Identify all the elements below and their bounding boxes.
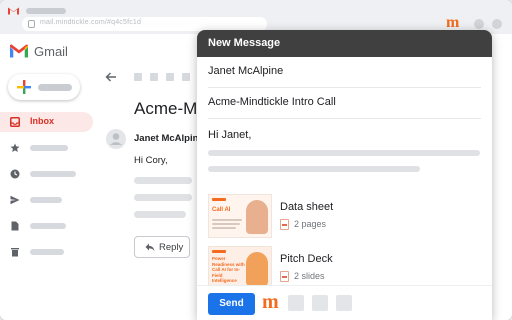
address-text: mail.mindtickle.com/#q4c5fc1d (40, 19, 142, 26)
compose-label-placeholder (38, 84, 72, 91)
email-greeting: Hi Cory, (134, 155, 168, 166)
toolbar-placeholder-icon[interactable] (134, 73, 142, 81)
sidebar-item-drafts[interactable] (0, 216, 93, 236)
back-arrow-icon[interactable] (104, 70, 118, 84)
toolbar-placeholder-icon[interactable] (182, 73, 190, 81)
sidebar-label-placeholder (30, 249, 64, 255)
attachment-thumbnail: Call AI (208, 194, 272, 238)
mindtickle-icon[interactable]: m (262, 292, 282, 313)
trash-icon (11, 248, 19, 257)
plus-icon (17, 80, 31, 94)
gmail-logo-icon (10, 44, 28, 58)
compose-footer: Send m (197, 285, 492, 320)
to-recipient: Janet McAlpine (208, 65, 284, 77)
extension-placeholder-icon[interactable] (492, 19, 502, 29)
thumbnail-brand-mark (212, 250, 226, 253)
sidebar-item-label: Inbox (30, 116, 54, 126)
tab-title-placeholder[interactable] (26, 8, 66, 14)
thumbnail-text-line (212, 223, 240, 225)
sidebar-label-placeholder (30, 197, 62, 203)
compose-button[interactable] (8, 74, 80, 100)
reply-icon (145, 243, 155, 252)
star-icon (10, 143, 20, 152)
thumbnail-heading: Power Readiness with Call AI for In-Fiel… (212, 256, 245, 283)
attachment-name: Data sheet (280, 201, 334, 213)
toolbar-placeholder-icon[interactable] (312, 295, 328, 311)
thumbnail-text-line (212, 219, 242, 221)
sender-name: Janet McAlpine (134, 133, 204, 144)
email-body-placeholder (134, 177, 192, 184)
compose-title: New Message (208, 37, 281, 49)
sidebar-item-inbox[interactable]: Inbox (0, 112, 93, 132)
send-icon (10, 195, 20, 205)
send-button[interactable]: Send (208, 293, 255, 315)
browser-window: mail.mindtickle.com/#q4c5fc1d m Gmail In… (0, 0, 512, 320)
thumbnail-text-line (212, 227, 236, 229)
gmail-favicon-icon[interactable] (8, 6, 19, 15)
subject-text: Acme-Mindtickle Intro Call (208, 96, 336, 108)
toolbar-placeholder-icon[interactable] (166, 73, 174, 81)
toolbar-placeholder-icon[interactable] (288, 295, 304, 311)
message-body-placeholder (208, 166, 420, 172)
to-field[interactable]: Janet McAlpine (208, 57, 481, 88)
sidebar-label-placeholder (30, 171, 76, 177)
thumbnail-photo (246, 252, 268, 286)
sidebar-item-starred[interactable] (0, 138, 93, 158)
toolbar-placeholder-icon[interactable] (336, 295, 352, 311)
message-greeting[interactable]: Hi Janet, (208, 129, 251, 141)
reply-label: Reply (159, 242, 184, 253)
compose-window: New Message Janet McAlpine Acme-Mindtick… (197, 30, 492, 320)
sidebar-item-sent[interactable] (0, 190, 93, 210)
app-name: Gmail (34, 44, 68, 59)
sidebar-item-trash[interactable] (0, 242, 93, 262)
attachment-data-sheet[interactable]: Call AI Data sheet 2 pages (208, 194, 478, 240)
thumbnail-heading: Call AI (212, 207, 231, 213)
sidebar-label-placeholder (30, 223, 66, 229)
file-icon (11, 221, 19, 231)
mindtickle-extension-icon[interactable]: m (446, 15, 462, 31)
email-body-placeholder (134, 211, 186, 218)
person-icon (110, 133, 122, 145)
sidebar-label-placeholder (30, 145, 68, 151)
thumbnail-brand-mark (212, 198, 226, 201)
browser-tab-bar: mail.mindtickle.com/#q4c5fc1d m (0, 0, 512, 34)
clock-icon (10, 169, 20, 179)
pdf-icon (280, 271, 289, 282)
attachment-page-count: 2 slides (294, 271, 325, 281)
attachment-page-count: 2 pages (294, 219, 327, 229)
attachment-thumbnail: Power Readiness with Call AI for In-Fiel… (208, 246, 272, 290)
extension-placeholder-icon[interactable] (474, 19, 484, 29)
inbox-icon (10, 117, 20, 127)
avatar (106, 129, 126, 149)
send-label: Send (219, 298, 244, 309)
reply-button[interactable]: Reply (134, 236, 190, 258)
toolbar-placeholder-icon[interactable] (150, 73, 158, 81)
subject-field[interactable]: Acme-Mindtickle Intro Call (208, 88, 481, 119)
sidebar-item-snoozed[interactable] (0, 164, 93, 184)
thumbnail-photo (246, 200, 268, 234)
lock-icon (28, 20, 35, 28)
pdf-icon (280, 219, 289, 230)
email-body-placeholder (134, 194, 192, 201)
attachment-name: Pitch Deck (280, 253, 333, 265)
message-body-placeholder (208, 150, 480, 156)
compose-header[interactable]: New Message (197, 30, 492, 57)
